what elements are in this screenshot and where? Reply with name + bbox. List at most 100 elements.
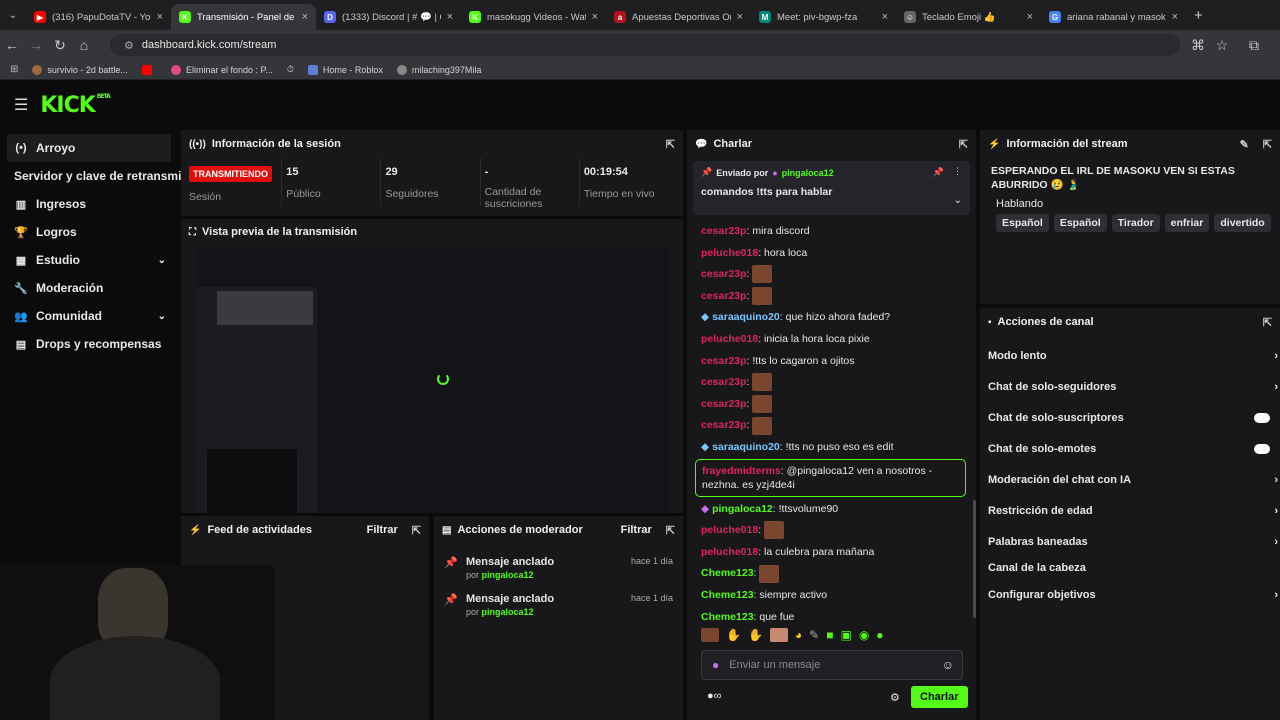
toggle-switch[interactable] [1254,443,1270,454]
emote-icon[interactable]: ■ [826,628,833,642]
stream-tag[interactable]: Tirador [1111,214,1160,232]
chat-username[interactable]: cesar23p [701,398,747,410]
emote-icon[interactable]: ◉ [859,628,869,642]
channel-action-item[interactable]: Chat de solo-suscriptores [980,402,1280,433]
expand-icon[interactable]: ⇱ [1263,138,1272,151]
chevron-down-icon[interactable]: ⌄ [158,255,166,266]
chevron-right-icon[interactable]: › [1274,381,1278,393]
hamburger-menu-icon[interactable]: ☰ [14,95,28,115]
close-tab-icon[interactable]: × [447,11,453,23]
emote-icon[interactable]: ✋ [726,628,741,642]
more-options-icon[interactable]: ⋮ [953,166,962,177]
chat-username[interactable]: saraaquino20 [712,441,780,453]
expand-icon[interactable]: ⇱ [412,524,421,537]
chat-message-list[interactable]: ◆ pingaloca12: !ttsvolume90 peluche018: pe… [687,497,976,629]
sidebar-item[interactable]: ▤ Drops y recompensas [0,330,178,358]
emote-image-icon[interactable] [752,416,773,435]
translate-icon[interactable]: ⌘ [1186,37,1210,54]
chat-username[interactable]: peluche018 [701,333,758,345]
category-name[interactable]: Hablando [996,198,1276,210]
chevron-right-icon[interactable]: › [1274,350,1278,362]
unpin-icon[interactable]: 📌 [933,167,944,178]
new-tab-button[interactable]: + [1194,7,1203,24]
emote-icon[interactable]: ◕ [795,628,802,642]
emoji-picker-icon[interactable]: ☺ [942,658,954,672]
close-tab-icon[interactable]: × [882,11,888,23]
emote-image-icon[interactable] [752,287,773,305]
close-tab-icon[interactable]: × [302,11,308,23]
chat-username[interactable]: cesar23p [701,225,747,237]
reload-icon[interactable]: ↻ [48,37,72,54]
chevron-right-icon[interactable]: › [1274,589,1278,601]
channel-action-item[interactable]: Modo lento › [980,340,1280,371]
close-tab-icon[interactable]: × [1027,11,1033,23]
browser-tab[interactable]: KTransmisión - Panel de control× [171,4,316,30]
chat-username[interactable]: cesar23p [701,355,747,367]
site-info-icon[interactable]: ⚙ [124,39,134,52]
emote-icon[interactable]: ▣ [840,628,851,642]
bookmark-survivio[interactable]: survivio - 2d battle... [32,64,128,75]
expand-icon[interactable]: ⇱ [1263,316,1272,329]
home-icon[interactable]: ⌂ [72,37,96,53]
chat-highlight-message[interactable]: frayedmidterms: @pingaloca12 ven a nosot… [695,458,966,497]
mod-action-item[interactable]: 📌 Mensaje anclado por pingaloca12 hace 1 dí… [434,585,683,622]
toggle-switch[interactable] [1254,412,1270,423]
bookmark-history[interactable]: ⏱ [287,64,294,75]
edit-pencil-icon[interactable]: ✎ [1240,138,1249,151]
channel-action-item[interactable]: Chat de solo-seguidores › [980,371,1280,402]
channel-action-item[interactable]: Palabras baneadas › [980,526,1280,557]
chat-username[interactable]: cesar23p [701,376,747,388]
forward-icon[interactable]: → [24,37,48,53]
kick-logo[interactable]: KICK BETA [40,93,110,118]
send-chat-button[interactable]: Charlar [911,686,968,708]
chevron-right-icon[interactable]: › [1274,505,1278,517]
emote-image-icon[interactable] [764,521,785,540]
browser-tab[interactable]: Kmasokugg Videos - Watch× [461,4,606,30]
sidebar-item[interactable]: 🏆 Logros [0,218,178,246]
emote-icon[interactable]: ✋ [748,628,763,642]
chat-user-icon[interactable]: ●∞ [707,690,722,702]
channel-action-item[interactable]: Moderación del chat con IA › [980,464,1280,495]
channel-action-item[interactable]: Configurar objetivos › [980,579,1280,610]
bookmark-star-icon[interactable]: ☆ [1210,37,1234,54]
chat-username[interactable]: Cheme123 [701,611,754,623]
pinned-message[interactable]: 📌 Enviado por ● pingaloca12 📌 ⋮ comandos… [693,161,970,215]
browser-tab[interactable]: aApuestas Deportivas Online× [606,4,751,30]
stream-tag[interactable]: enfriar [1164,214,1210,232]
sidebar-item[interactable]: 🔧 Moderación [0,274,178,302]
emote-image-icon[interactable] [759,564,780,583]
browser-tab[interactable]: D(1333) Discord | # 💬 | Club× [316,4,461,30]
bookmark-milaching[interactable]: milaching397Mila [396,64,481,75]
sidebar-item[interactable]: Servidor y clave de retransmisión [0,162,206,190]
stream-tag[interactable]: divertido [1214,214,1271,232]
expand-icon[interactable]: ⇱ [959,138,968,151]
channel-action-item[interactable]: Chat de solo-emotes [980,433,1280,464]
channel-action-item[interactable]: Canal de la cabeza [980,557,1280,579]
settings-gear-icon[interactable]: ⚙ [890,691,900,704]
filter-button[interactable]: Filtrar [367,524,398,536]
close-tab-icon[interactable]: × [1172,11,1178,23]
emote-image-icon[interactable] [752,265,773,284]
chat-username[interactable]: pingaloca12 [712,503,773,515]
chat-username[interactable]: peluche018 [701,524,758,536]
sidebar-item[interactable]: ▦ Estudio ⌄ [0,246,178,274]
browser-tab[interactable]: Gariana rabanal y masoku × [1041,4,1186,30]
stream-tag[interactable]: Español [996,214,1049,232]
browser-tab[interactable]: ☺ Teclado Emoji 👍 × [896,4,1041,30]
stream-preview-video[interactable] [197,249,669,513]
back-icon[interactable]: ← [0,37,24,53]
bookmark-youtube[interactable] [141,64,157,75]
emote-icon[interactable]: ✎ [809,628,819,642]
stream-tag[interactable]: Español [1053,214,1107,232]
sidebar-item[interactable]: 👥 Comunidad ⌄ [0,302,178,330]
chat-username[interactable]: cesar23p [701,268,747,280]
filter-button[interactable]: Filtrar [621,524,652,536]
chevron-right-icon[interactable]: › [1274,474,1278,486]
chevron-down-icon[interactable]: ⌄ [158,311,166,322]
chat-scrollbar[interactable] [973,500,976,618]
chat-username[interactable]: peluche018 [701,546,758,558]
sidebar-item[interactable]: (•) Arroyo [7,134,171,162]
chevron-right-icon[interactable]: › [1274,536,1278,548]
chat-input[interactable]: ● Enviar un mensaje ☺ [701,650,963,680]
close-tab-icon[interactable]: × [737,11,743,23]
